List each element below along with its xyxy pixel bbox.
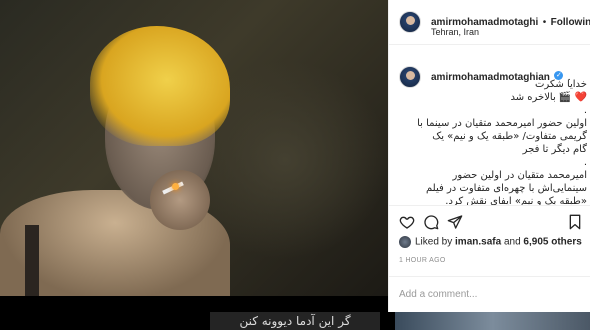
media-suspender xyxy=(25,225,39,296)
caption-text: خدایا شکرت ❤️ 🎬 بالاخره شد . اولین حضور … xyxy=(417,79,587,206)
media-hand xyxy=(150,170,210,230)
background-shelf xyxy=(395,312,590,330)
caption-section: amirmohamadmotaghian ✓ . خدایا شکرت ❤️ 🎬… xyxy=(389,58,590,206)
media-cigarette-ember xyxy=(172,183,179,190)
share-icon[interactable] xyxy=(447,214,463,230)
author-avatar[interactable] xyxy=(399,11,421,33)
liker-avatar[interactable] xyxy=(399,236,411,248)
comment-input[interactable] xyxy=(399,285,579,303)
comment-icon[interactable] xyxy=(423,214,439,230)
bookmark-icon[interactable] xyxy=(567,214,583,230)
liker-username[interactable]: iman.safa xyxy=(455,237,501,248)
post-actions xyxy=(389,205,590,235)
post-side-panel: amirmohamadmotaghi • Following Tehran, I… xyxy=(388,0,590,312)
post-location[interactable]: Tehran, Iran xyxy=(431,27,479,37)
post-header: amirmohamadmotaghi • Following Tehran, I… xyxy=(389,0,590,45)
media-hair xyxy=(90,26,230,146)
following-button[interactable]: Following xyxy=(551,17,590,28)
likes-others-link[interactable]: 6,905 others xyxy=(523,237,581,248)
likes-prefix: Liked by xyxy=(415,236,456,248)
likes-joiner: and xyxy=(501,236,524,248)
add-comment-bar xyxy=(389,276,590,312)
likes-summary: Liked by iman.safa and 6,905 others xyxy=(399,236,589,252)
subtitle-preview: گر این آدما دیوونه کنن xyxy=(210,312,380,330)
post-media[interactable] xyxy=(0,0,388,296)
heart-icon[interactable] xyxy=(399,214,415,230)
post-timestamp[interactable]: 1 HOUR AGO xyxy=(399,257,446,264)
separator-dot: • xyxy=(542,17,547,28)
